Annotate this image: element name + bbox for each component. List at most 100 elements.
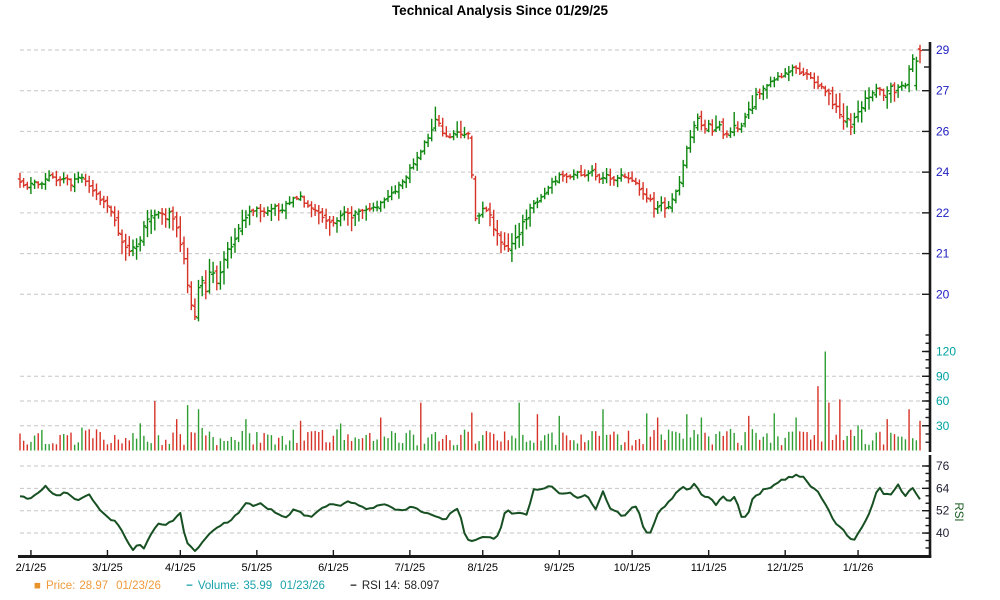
ohlc-bar bbox=[233, 228, 237, 253]
ohlc-bar bbox=[142, 221, 146, 246]
ohlc-bar bbox=[615, 175, 619, 187]
ohlc-bar bbox=[87, 176, 91, 193]
ohlc-bar bbox=[677, 176, 681, 195]
volume-legend-label: Volume: bbox=[198, 580, 240, 592]
x-axis-label: 9/1/25 bbox=[544, 562, 575, 574]
ohlc-bar bbox=[113, 206, 117, 226]
price-axis-label: 22 bbox=[936, 206, 950, 220]
volume-legend-item: −Volume:35.9901/23/26 bbox=[186, 580, 328, 592]
price-legend-label: Price: bbox=[46, 580, 75, 592]
ohlc-bar bbox=[455, 121, 459, 138]
ohlc-bar bbox=[656, 201, 660, 214]
x-axis-label: 6/1/25 bbox=[318, 562, 349, 574]
ohlc-bar bbox=[670, 193, 674, 212]
ohlc-bar bbox=[171, 207, 175, 231]
ohlc-bar bbox=[914, 57, 918, 90]
price-axis-label: 29 bbox=[936, 43, 950, 57]
ohlc-bar bbox=[226, 242, 230, 269]
x-axis-label: 8/1/25 bbox=[467, 562, 498, 574]
ohlc-bar bbox=[324, 209, 328, 229]
ohlc-bar bbox=[688, 130, 692, 153]
ohlc-bar bbox=[306, 200, 310, 208]
ohlc-bar bbox=[790, 65, 794, 77]
price-axis-label: 21 bbox=[936, 247, 950, 261]
ohlc-bar bbox=[280, 204, 284, 214]
ohlc-bar bbox=[488, 203, 492, 227]
ohlc-bar bbox=[182, 237, 186, 265]
ohlc-bar bbox=[539, 194, 543, 203]
ohlc-bar bbox=[317, 205, 321, 224]
ohlc-bar bbox=[506, 233, 510, 252]
rsi-axis-label: 76 bbox=[936, 459, 950, 473]
ohlc-bar bbox=[473, 176, 477, 222]
ohlc-bar bbox=[732, 112, 736, 136]
price-legend-value: 28.97 bbox=[79, 580, 108, 592]
ohlc-bar bbox=[550, 178, 554, 194]
ohlc-bar bbox=[43, 173, 47, 190]
rsi-legend-label: RSI 14: bbox=[362, 580, 400, 592]
ohlc-bar bbox=[298, 191, 302, 201]
ohlc-bar bbox=[812, 73, 816, 89]
ohlc-bar bbox=[918, 45, 922, 63]
volume-legend-date: 01/23/26 bbox=[280, 580, 325, 592]
ohlc-bar bbox=[397, 182, 401, 199]
ohlc-bar bbox=[426, 134, 430, 147]
ohlc-bar bbox=[870, 90, 874, 101]
ohlc-bar bbox=[109, 206, 113, 217]
ohlc-bar bbox=[911, 54, 915, 72]
ohlc-bar bbox=[641, 182, 645, 200]
ohlc-bar bbox=[903, 83, 907, 89]
x-axis-label: 1/1/26 bbox=[843, 562, 874, 574]
x-axis-label: 4/1/25 bbox=[165, 562, 196, 574]
volume-axis-label: 120 bbox=[936, 345, 956, 359]
ohlc-bar bbox=[116, 210, 120, 236]
price-legend-item: ■Price:28.9701/23/26 bbox=[34, 580, 164, 592]
x-axis-label: 12/1/25 bbox=[767, 562, 804, 574]
rsi-axis-title: RSI bbox=[952, 502, 964, 521]
rsi-legend-value: 58.097 bbox=[404, 580, 439, 592]
rsi-legend-marker-icon: − bbox=[350, 580, 357, 592]
ohlc-bar bbox=[349, 206, 353, 231]
ohlc-bar bbox=[218, 261, 222, 290]
x-axis-label: 10/1/25 bbox=[614, 562, 651, 574]
ohlc-bar bbox=[881, 89, 885, 101]
ohlc-bar bbox=[528, 204, 532, 227]
x-axis-label: 3/1/25 bbox=[92, 562, 123, 574]
ohlc-bar bbox=[32, 180, 36, 189]
gridlines bbox=[20, 50, 922, 533]
ohlc-series bbox=[18, 45, 922, 322]
ohlc-bar bbox=[692, 121, 696, 143]
ohlc-bar bbox=[138, 236, 142, 251]
price-legend-date: 01/23/26 bbox=[116, 580, 161, 592]
ohlc-bar bbox=[69, 178, 73, 191]
ohlc-bar bbox=[200, 276, 204, 296]
ohlc-bar bbox=[207, 259, 211, 294]
rsi-line bbox=[20, 475, 920, 551]
ohlc-bar bbox=[462, 127, 466, 138]
ohlc-bar bbox=[830, 87, 834, 109]
ohlc-bar bbox=[838, 93, 842, 119]
ohlc-bar bbox=[331, 216, 335, 227]
ohlc-bar bbox=[430, 119, 434, 142]
ohlc-bar bbox=[590, 165, 594, 176]
ohlc-bar bbox=[878, 87, 882, 96]
rsi-series bbox=[20, 475, 920, 551]
ohlc-bar bbox=[302, 196, 306, 208]
ohlc-bar bbox=[36, 181, 40, 188]
x-axis-label: 2/1/25 bbox=[16, 562, 47, 574]
ohlc-bar bbox=[83, 174, 87, 187]
x-axis-label: 11/1/25 bbox=[691, 562, 727, 574]
ohlc-bar bbox=[710, 119, 714, 136]
x-axis-label: 5/1/25 bbox=[242, 562, 273, 574]
ohlc-bar bbox=[714, 115, 718, 132]
rsi-axis-label: 64 bbox=[936, 481, 950, 495]
ohlc-bar bbox=[156, 211, 160, 219]
ohlc-bar bbox=[845, 106, 849, 128]
ohlc-bar bbox=[841, 103, 845, 130]
ohlc-bar bbox=[787, 66, 791, 81]
volume-legend-value: 35.99 bbox=[243, 580, 272, 592]
ohlc-bar bbox=[21, 178, 25, 188]
ohlc-bar bbox=[517, 223, 521, 248]
ohlc-bar bbox=[495, 220, 499, 246]
ohlc-bar bbox=[134, 238, 138, 259]
